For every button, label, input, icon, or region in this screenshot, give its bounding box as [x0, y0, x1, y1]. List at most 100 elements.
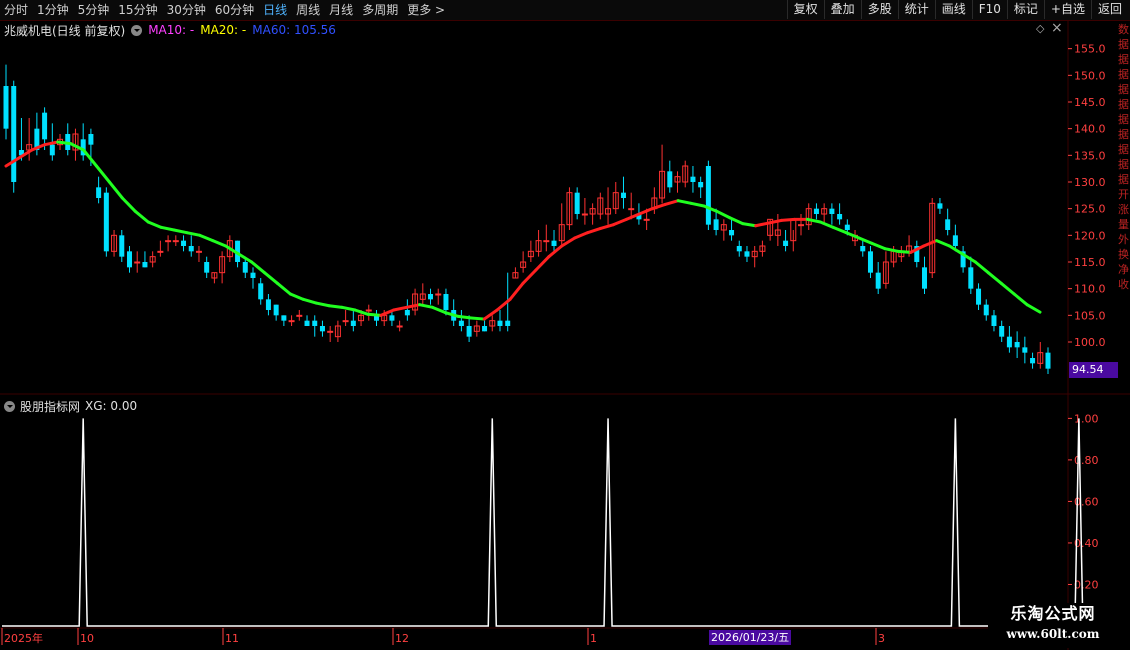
- candle-body: [3, 86, 9, 129]
- right-strip-label: 据: [1118, 158, 1129, 171]
- candle-body: [466, 326, 472, 337]
- candle-body: [126, 251, 132, 268]
- candle-body: [443, 294, 449, 310]
- time-tick-label: 3: [878, 632, 885, 645]
- ma-line-segment: [146, 220, 163, 229]
- right-strip-label: 外: [1118, 233, 1129, 246]
- ma-line-segment: [1025, 303, 1042, 314]
- candle-body: [119, 235, 125, 257]
- ma-line-segment: [314, 301, 331, 308]
- ma-line-segment: [288, 292, 305, 301]
- right-strip-label: 开: [1118, 188, 1129, 201]
- right-strip-label: 量: [1118, 218, 1129, 231]
- candle-body: [288, 320, 295, 323]
- candle-body: [736, 246, 742, 252]
- watermark: 乐淘公式网 www.60lt.com: [988, 603, 1118, 648]
- ma-line-segment: [508, 281, 525, 301]
- candle-body: [342, 320, 349, 323]
- candle-body: [1006, 336, 1012, 348]
- ma-line-segment: [521, 268, 538, 285]
- price-tick-label: 100.0: [1074, 336, 1106, 349]
- ma-line-segment: [418, 303, 435, 309]
- price-tick-label: 155.0: [1074, 43, 1106, 56]
- ma-line-segment: [340, 305, 357, 312]
- indicator-tick-label: 0.20: [1074, 578, 1099, 591]
- stock-chart[interactable]: 155.0 150.0 145.0 140.0 135.0 130.0 125.0 120.0…: [0, 0, 1130, 650]
- candle-body: [875, 272, 881, 289]
- candle-body: [574, 192, 580, 214]
- candle-body: [620, 192, 626, 198]
- price-tick-label: 150.0: [1074, 69, 1106, 82]
- candle-body: [181, 240, 187, 246]
- candle-body: [265, 299, 271, 310]
- candle-body: [813, 208, 819, 214]
- candle-body: [350, 320, 356, 326]
- candle-body: [482, 326, 488, 332]
- candle-body: [103, 192, 109, 252]
- ma-line-segment: [43, 140, 60, 147]
- candle-body: [96, 187, 102, 198]
- ma-line-segment: [973, 260, 990, 275]
- right-info-strip: 数据据据据据据据据据据开涨量外换净收: [1118, 22, 1130, 390]
- candle-body: [172, 240, 179, 243]
- price-tick-label: 120.0: [1074, 229, 1106, 242]
- candle-body: [396, 325, 403, 328]
- candle-body: [581, 213, 588, 216]
- ma-line-segment: [185, 231, 202, 237]
- ma-line-segment: [482, 308, 499, 321]
- ma-line-segment: [263, 271, 279, 285]
- candle-body: [713, 219, 719, 230]
- ma-line-segment: [159, 225, 176, 232]
- ma-line-segment: [715, 209, 732, 220]
- right-strip-label: 据: [1118, 128, 1129, 141]
- candle-body: [543, 240, 550, 243]
- price-tick-label: 145.0: [1074, 96, 1106, 109]
- watermark-url: www.60lt.com: [1006, 627, 1100, 641]
- candle-body: [281, 315, 287, 321]
- candle-body: [188, 246, 194, 252]
- candle-body: [860, 246, 866, 252]
- ma-line-segment: [1012, 292, 1029, 307]
- price-tick-label: 115.0: [1074, 256, 1106, 269]
- candle-body: [250, 272, 256, 278]
- candle-body: [551, 240, 557, 246]
- candle-body: [134, 261, 141, 264]
- indicator-tick-label: 1.00: [1074, 412, 1099, 425]
- ma-line-segment: [275, 281, 292, 296]
- price-tick-label: 110.0: [1074, 283, 1106, 296]
- candle-body: [404, 310, 410, 316]
- candle-body: [690, 176, 696, 182]
- candle-body: [798, 224, 805, 227]
- ma-line-segment: [883, 247, 900, 253]
- candle-body: [389, 315, 395, 321]
- ma-line-segment: [999, 281, 1016, 296]
- right-strip-label: 净: [1118, 263, 1129, 276]
- candle-body: [983, 304, 989, 316]
- ma-line-segment: [689, 201, 706, 208]
- candle-body: [273, 304, 279, 316]
- price-tick-label: 135.0: [1074, 149, 1106, 162]
- candle-body: [1014, 342, 1020, 348]
- price-tick-label: 105.0: [1074, 309, 1106, 322]
- time-tick-label: 12: [395, 632, 409, 645]
- ma-line-segment: [896, 249, 913, 254]
- ma-line-segment: [831, 225, 848, 235]
- candle-body: [922, 267, 928, 289]
- candle-body: [999, 326, 1005, 337]
- candle-body: [304, 320, 310, 326]
- ma-line-segment: [754, 221, 771, 228]
- right-strip-label: 据: [1118, 68, 1129, 81]
- candle-body: [258, 283, 264, 300]
- ma-line-segment: [676, 199, 693, 205]
- candle-body: [952, 235, 958, 246]
- candle-body: [837, 214, 843, 220]
- ma-line-segment: [301, 297, 318, 305]
- price-tick-label: 140.0: [1074, 123, 1106, 136]
- ma-line-segment: [948, 244, 964, 256]
- candle-body: [628, 208, 635, 211]
- candle-body: [729, 230, 735, 236]
- ma-line-segment: [986, 271, 1003, 285]
- right-strip-label: 据: [1118, 143, 1129, 156]
- ma-line-segment: [211, 239, 228, 248]
- xg-signal-line: [2, 418, 1084, 627]
